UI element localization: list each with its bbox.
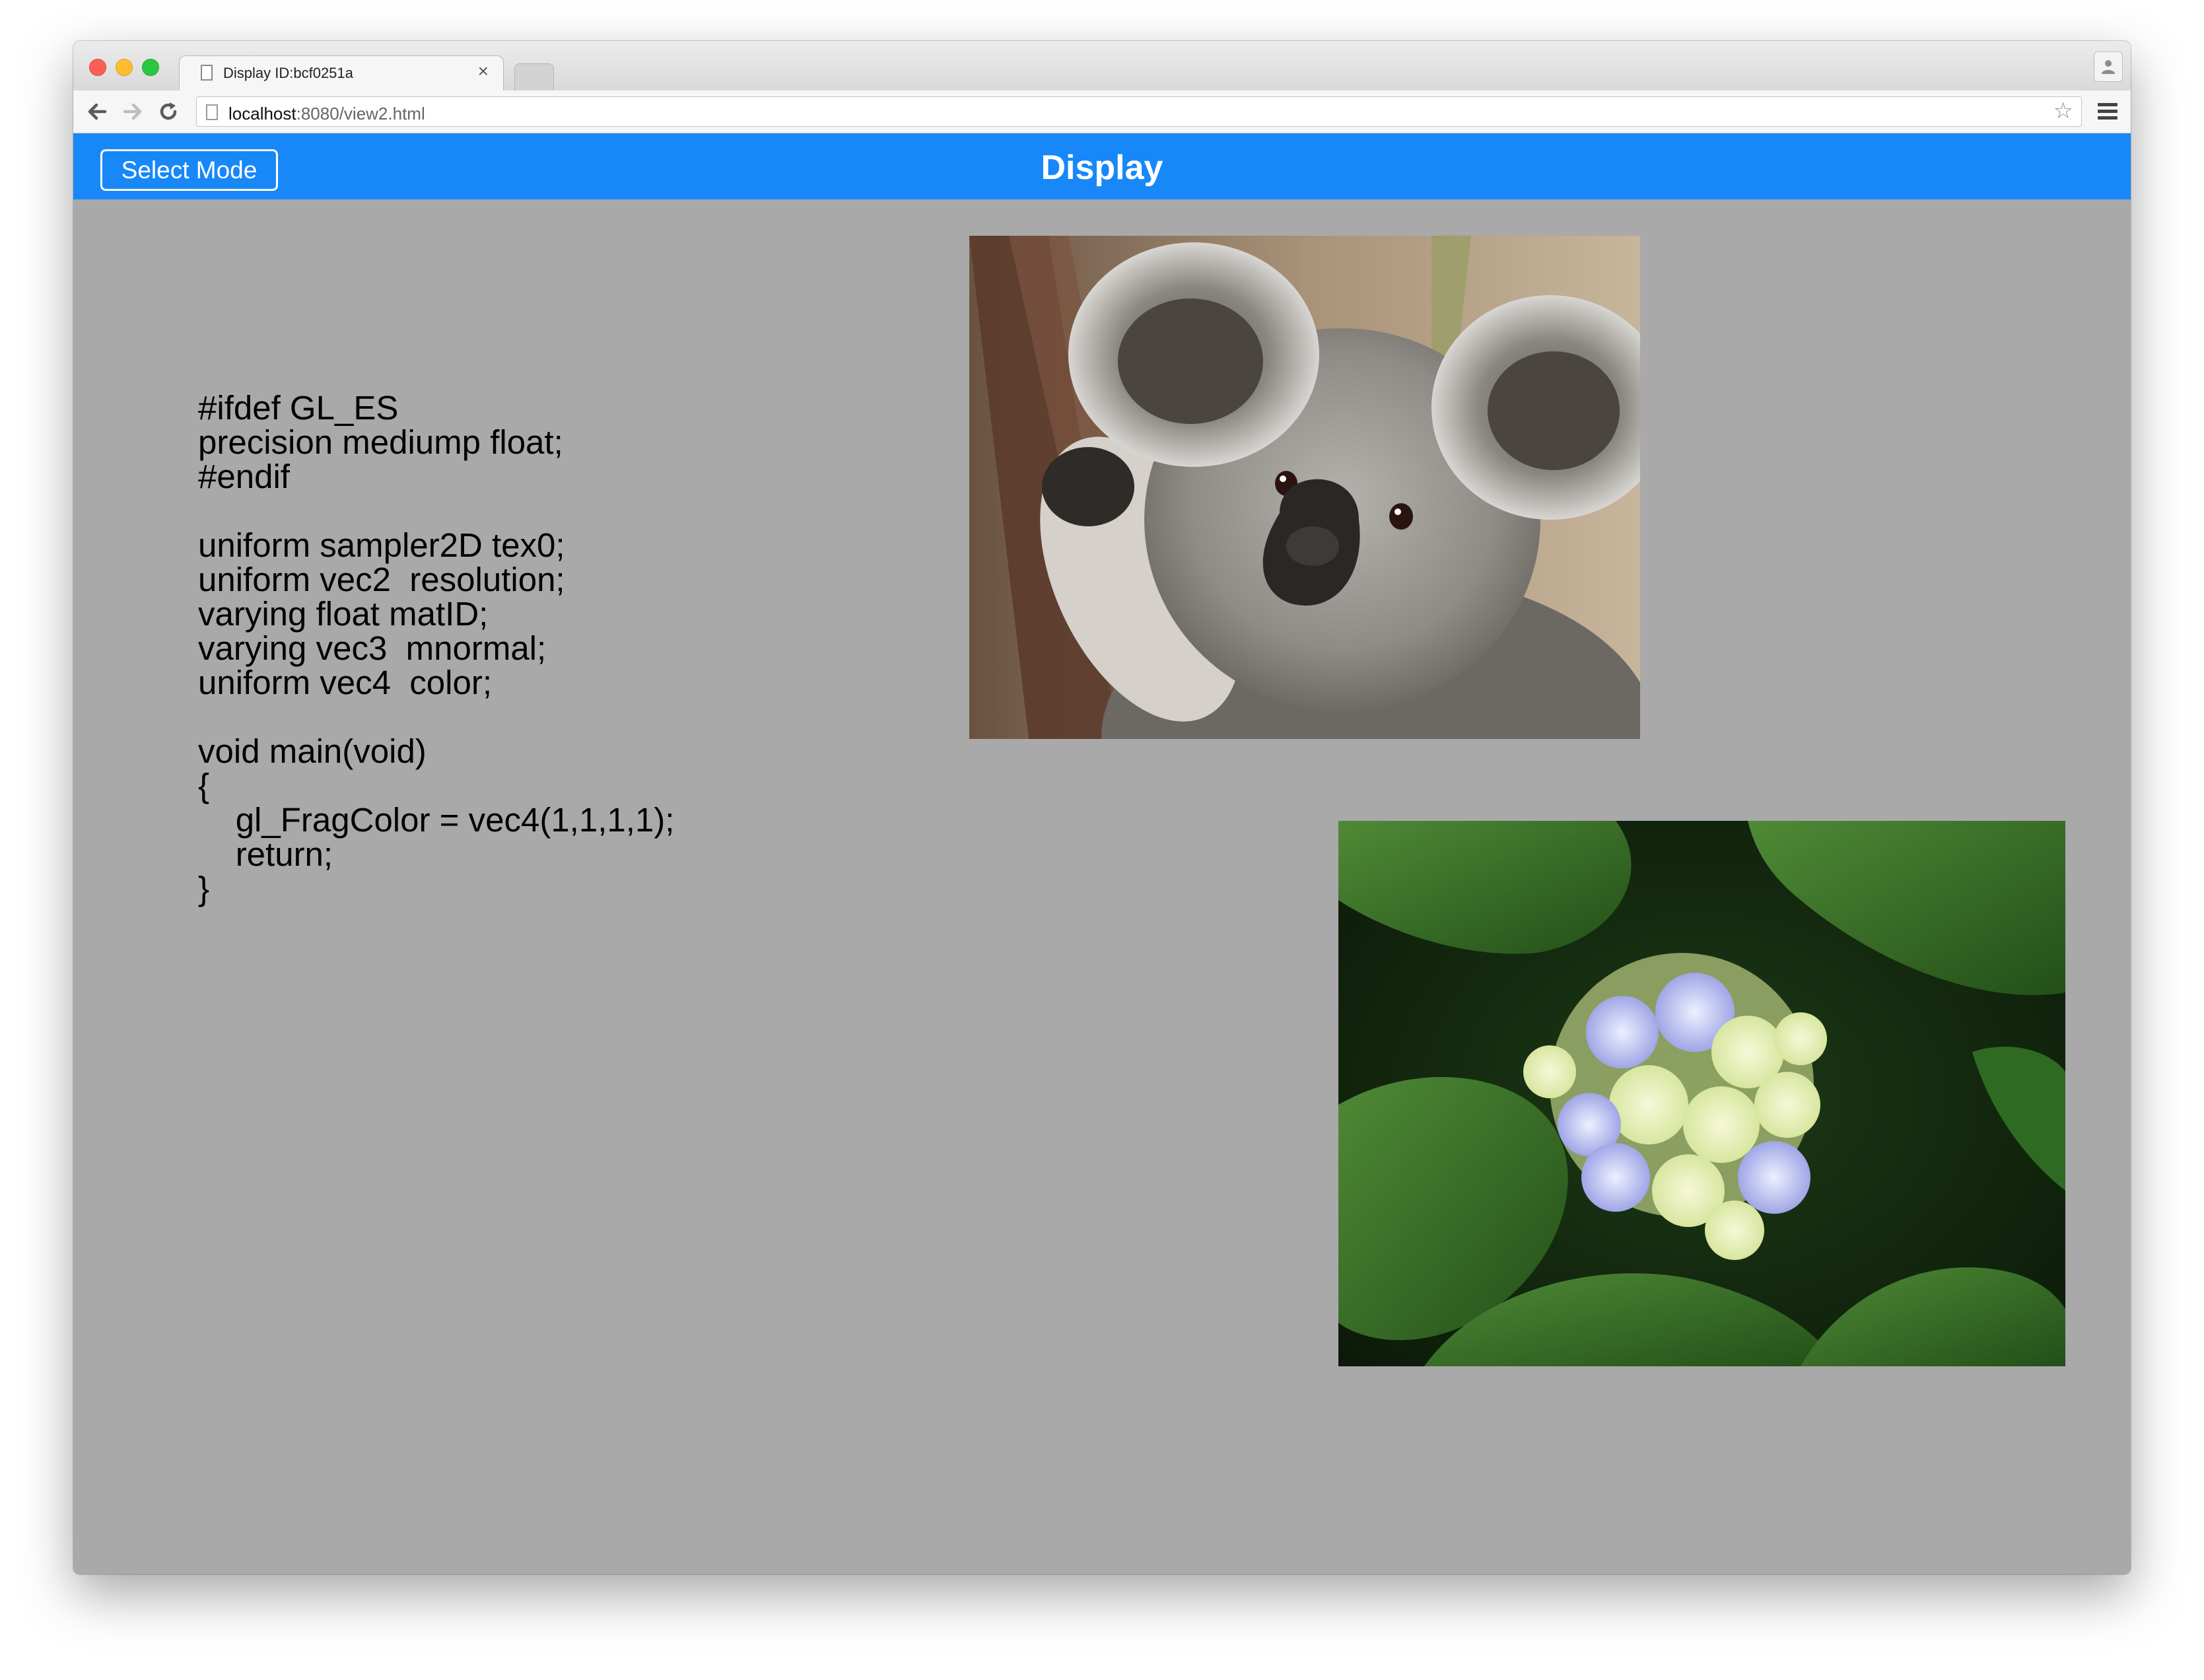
bookmark-star-icon[interactable]: ☆ xyxy=(2053,100,2073,122)
close-window-button[interactable] xyxy=(89,59,106,76)
hamburger-menu-icon[interactable] xyxy=(2098,103,2118,123)
address-bar[interactable]: localhost:8080/view2.html ☆ xyxy=(196,96,2082,127)
zoom-window-button[interactable] xyxy=(142,59,159,76)
koala-photo xyxy=(969,236,1640,739)
reload-icon[interactable] xyxy=(156,100,180,123)
page-icon xyxy=(206,104,218,120)
forward-arrow-icon[interactable] xyxy=(121,100,145,123)
tab-close-icon[interactable]: × xyxy=(478,62,489,81)
tab-bar: Display ID:bcf0251a × xyxy=(73,41,2131,91)
url-host: localhost xyxy=(228,104,296,123)
shader-code-text[interactable]: #ifdef GL_ES precision mediump float; #e… xyxy=(198,391,674,906)
new-tab-button[interactable] xyxy=(514,63,554,90)
hydrangea-photo xyxy=(1338,821,2065,1366)
url-path: :8080/view2.html xyxy=(296,104,425,123)
browser-window: Display ID:bcf0251a × localhost:8080/vie… xyxy=(73,41,2131,1574)
page-title: Display xyxy=(1041,149,1163,187)
hydrangea-image[interactable] xyxy=(1338,821,2065,1366)
profile-button[interactable] xyxy=(2094,52,2123,82)
url-text: localhost:8080/view2.html xyxy=(228,104,425,124)
browser-tab[interactable]: Display ID:bcf0251a × xyxy=(179,55,504,91)
page-icon xyxy=(201,65,213,81)
display-area: #ifdef GL_ES precision mediump float; #e… xyxy=(73,199,2131,1574)
person-icon xyxy=(2102,60,2115,74)
tab-title: Display ID:bcf0251a xyxy=(223,65,353,81)
koala-image[interactable] xyxy=(969,236,1640,739)
app-header: Select Mode Display xyxy=(73,133,2131,199)
minimize-window-button[interactable] xyxy=(116,59,133,76)
back-arrow-icon[interactable] xyxy=(85,100,109,123)
browser-toolbar: localhost:8080/view2.html ☆ xyxy=(73,90,2131,133)
